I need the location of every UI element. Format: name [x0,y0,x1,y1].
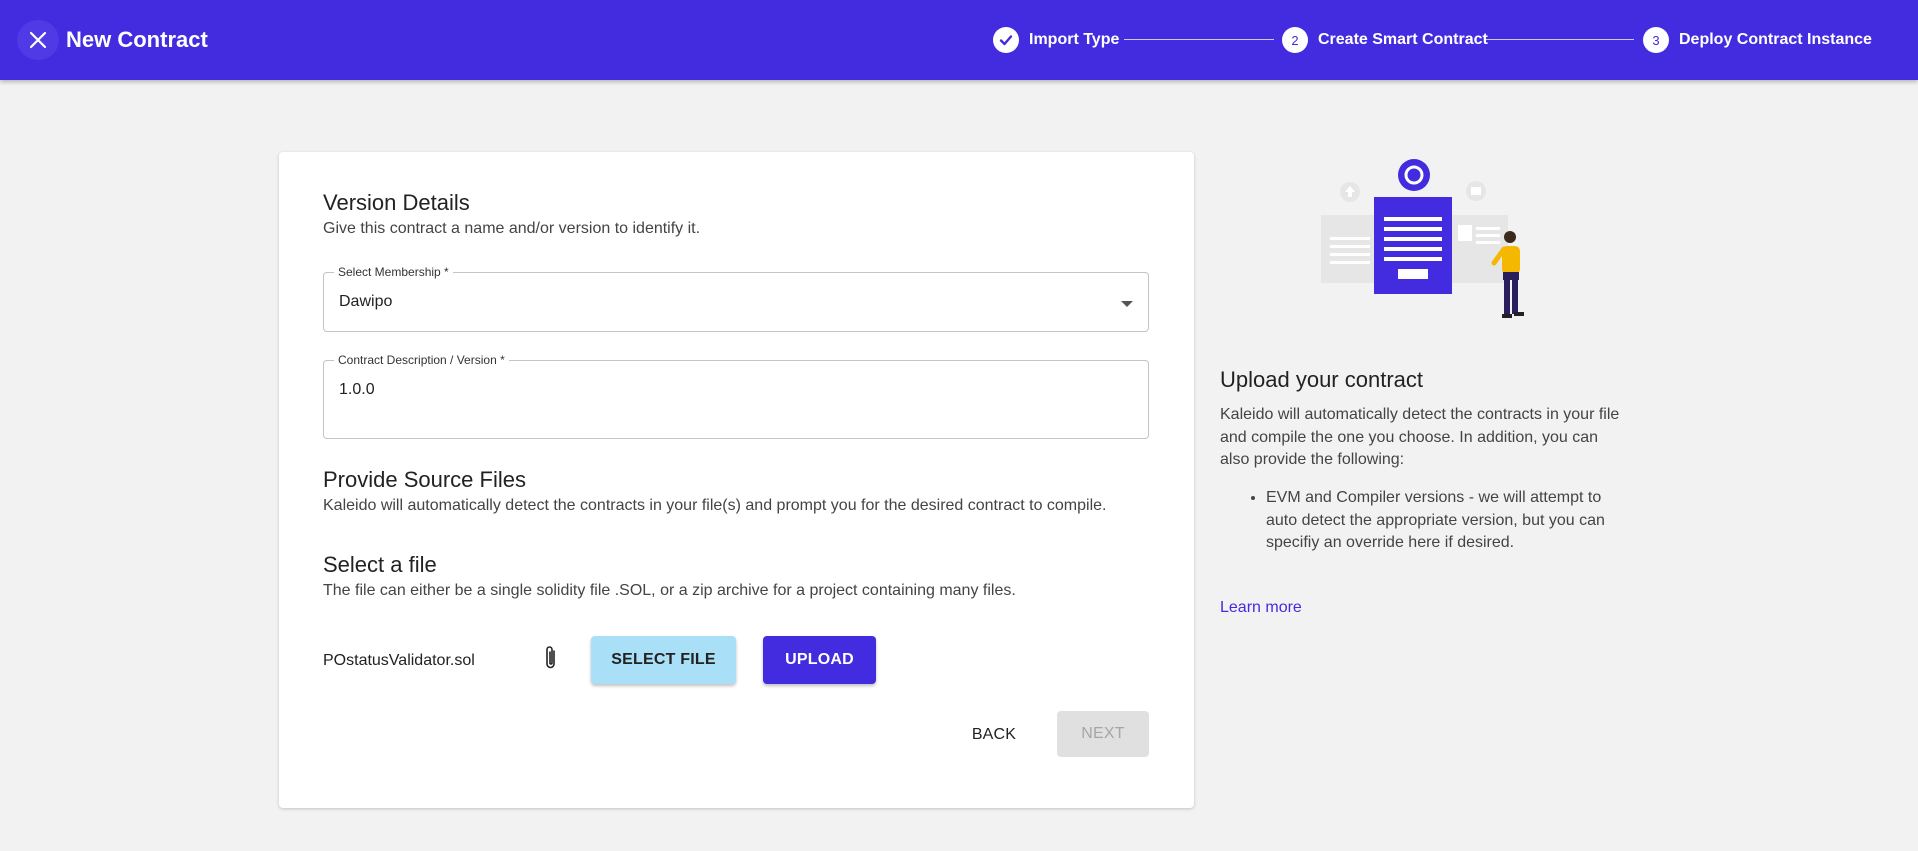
stepper-connector [1124,39,1274,40]
list-item: EVM and Compiler versions - we will atte… [1266,487,1620,555]
close-icon [29,31,47,49]
membership-value: Dawipo [339,293,393,310]
selected-file-name: POstatusValidator.sol [323,652,475,669]
back-button[interactable]: BACK [953,712,1035,758]
section-title-source-files: Provide Source Files [323,467,526,492]
check-icon [993,27,1019,53]
step-create-smart-contract: 2 Create Smart Contract [1282,27,1488,53]
select-file-button[interactable]: SELECT FILE [591,636,736,684]
upload-contract-illustration [1321,159,1524,318]
close-button[interactable] [17,20,59,60]
step-label: Import Type [1029,31,1120,48]
section-subtitle-version-details: Give this contract a name and/or version… [323,220,701,237]
side-panel-description: Kaleido will automatically detect the co… [1220,406,1620,468]
step-number: 2 [1282,27,1308,53]
version-field[interactable]: Contract Description / Version * 1.0.0 [323,353,1149,439]
top-app-bar: New Contract Import Type 2 Create Smart … [0,0,1918,80]
step-number: 3 [1643,27,1669,53]
step-label: Deploy Contract Instance [1679,31,1872,48]
version-label: Contract Description / Version * [334,353,509,367]
section-title-select-file: Select a file [323,552,437,577]
section-title-version-details: Version Details [323,190,470,215]
learn-more-link[interactable]: Learn more [1220,599,1302,617]
membership-select[interactable]: Select Membership * Dawipo [323,265,1149,332]
section-subtitle-select-file: The file can either be a single solidity… [323,582,1016,599]
section-subtitle-source-files: Kaleido will automatically detect the co… [323,497,1107,514]
membership-label: Select Membership * [334,265,453,279]
step-import-type: Import Type [993,27,1119,53]
paperclip-icon [546,646,555,669]
stepper-connector [1484,39,1634,40]
next-button[interactable]: NEXT [1057,711,1149,757]
page-title: New Contract [66,27,208,52]
step-label: Create Smart Contract [1318,31,1488,48]
side-panel-title: Upload your contract [1220,367,1423,392]
contract-form-card: Version Details Give this contract a nam… [279,152,1194,808]
upload-button[interactable]: UPLOAD [763,636,876,684]
step-deploy-contract-instance: 3 Deploy Contract Instance [1643,27,1872,53]
dropdown-arrow-icon [1121,301,1133,307]
side-panel-list: EVM and Compiler versions - we will atte… [1246,487,1620,555]
version-value: 1.0.0 [339,381,375,398]
